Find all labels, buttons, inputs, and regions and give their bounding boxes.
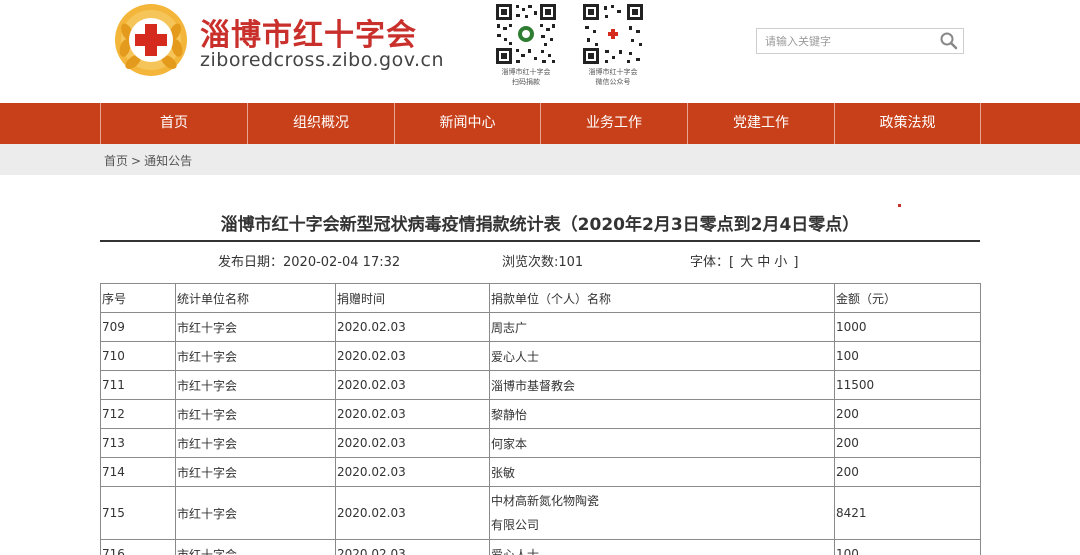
publish-date: 发布日期：2020-02-04 17:32 bbox=[218, 255, 401, 270]
qr-caption-donate: 淄博市红十字会 扫码捐款 bbox=[481, 67, 571, 87]
nav-item-home[interactable]: 首页 bbox=[100, 103, 247, 144]
header-cell-unit: 统计单位名称 bbox=[175, 283, 336, 313]
site-header: 淄博市红十字会 ziboredcross.zibo.gov.cn 淄博市红十字会… bbox=[0, 0, 1080, 103]
view-count: 浏览次数:101 bbox=[502, 255, 584, 270]
cell-no: 712 bbox=[100, 399, 176, 429]
nav-divider bbox=[980, 103, 981, 144]
cell-amount: 8421 bbox=[834, 486, 981, 540]
cell-amount: 100 bbox=[834, 341, 981, 371]
cell-unit: 市红十字会 bbox=[175, 341, 336, 371]
table-row: 714 市红十字会 2020.02.03 张敏 200 bbox=[100, 457, 981, 487]
cell-unit: 市红十字会 bbox=[175, 486, 336, 540]
table-row: 715 市红十字会 2020.02.03 中材高新氮化物陶瓷 有限公司 8421 bbox=[100, 486, 981, 540]
font-size-large-link[interactable]: 大 bbox=[740, 255, 753, 270]
table-header-row: 序号 统计单位名称 捐赠时间 捐款单位（个人）名称 金额（元） bbox=[100, 283, 981, 313]
font-bracket-open: [ bbox=[729, 255, 735, 270]
cell-date: 2020.02.03 bbox=[335, 312, 490, 342]
breadcrumb-current[interactable]: 通知公告 bbox=[144, 154, 192, 168]
main-nav: 首页 组织概况 新闻中心 业务工作 党建工作 政策法规 bbox=[0, 103, 1080, 144]
nav-item-policy[interactable]: 政策法规 bbox=[834, 103, 980, 144]
cell-donor: 中材高新氮化物陶瓷 有限公司 bbox=[489, 486, 835, 540]
cell-donor: 周志广 bbox=[489, 312, 835, 342]
cell-unit: 市红十字会 bbox=[175, 457, 336, 487]
cell-amount: 100 bbox=[834, 539, 981, 555]
cell-unit: 市红十字会 bbox=[175, 428, 336, 458]
cell-date: 2020.02.03 bbox=[335, 370, 490, 400]
cell-amount: 1000 bbox=[834, 312, 981, 342]
cell-donor: 淄博市基督教会 bbox=[489, 370, 835, 400]
cell-no: 716 bbox=[100, 539, 176, 555]
header-cell-donor: 捐款单位（个人）名称 bbox=[489, 283, 835, 313]
cell-donor-line2: 有限公司 bbox=[491, 518, 540, 532]
cell-unit: 市红十字会 bbox=[175, 539, 336, 555]
cell-no: 711 bbox=[100, 370, 176, 400]
cell-date: 2020.02.03 bbox=[335, 486, 490, 540]
qr-code-wechat-icon bbox=[581, 2, 645, 66]
qr-caption-line: 淄博市红十字会 bbox=[588, 68, 638, 76]
cell-no: 710 bbox=[100, 341, 176, 371]
red-cross-logo-icon[interactable] bbox=[113, 2, 189, 78]
cell-no: 714 bbox=[100, 457, 176, 487]
table-row: 712 市红十字会 2020.02.03 黎静怡 200 bbox=[100, 399, 981, 429]
table-row: 711 市红十字会 2020.02.03 淄博市基督教会 11500 bbox=[100, 370, 981, 400]
header-cell-amount: 金额（元） bbox=[834, 283, 981, 313]
table-row: 716 市红十字会 2020.02.03 爱心人士 100 bbox=[100, 539, 981, 555]
decorative-dot bbox=[898, 204, 901, 207]
cell-donor: 张敏 bbox=[489, 457, 835, 487]
cell-donor: 爱心人士 bbox=[489, 341, 835, 371]
cell-amount: 11500 bbox=[834, 370, 981, 400]
cell-unit: 市红十字会 bbox=[175, 312, 336, 342]
qr-code-donate-icon bbox=[494, 2, 558, 66]
cell-donor: 黎静怡 bbox=[489, 399, 835, 429]
font-size-medium-link[interactable]: 中 bbox=[757, 255, 770, 270]
qr-caption-wechat: 淄博市红十字会 微信公众号 bbox=[568, 67, 658, 87]
cell-donor-line1: 中材高新氮化物陶瓷 bbox=[491, 494, 600, 508]
breadcrumb-home[interactable]: 首页 bbox=[104, 154, 128, 168]
font-size-switcher: 字体：[ 大中小 ] bbox=[690, 251, 799, 270]
cell-donor: 爱心人士 bbox=[489, 539, 835, 555]
header-cell-date: 捐赠时间 bbox=[335, 283, 490, 313]
nav-item-party[interactable]: 党建工作 bbox=[687, 103, 834, 144]
cell-unit: 市红十字会 bbox=[175, 399, 336, 429]
cell-unit: 市红十字会 bbox=[175, 370, 336, 400]
cell-amount: 200 bbox=[834, 428, 981, 458]
font-size-label: 字体： bbox=[690, 255, 730, 270]
cell-amount: 200 bbox=[834, 399, 981, 429]
table-row: 710 市红十字会 2020.02.03 爱心人士 100 bbox=[100, 341, 981, 371]
cell-date: 2020.02.03 bbox=[335, 341, 490, 371]
cell-no: 715 bbox=[100, 486, 176, 540]
site-domain: ziboredcross.zibo.gov.cn bbox=[200, 49, 445, 71]
table-row: 713 市红十字会 2020.02.03 何家本 200 bbox=[100, 428, 981, 458]
qr-caption-line: 淄博市红十字会 bbox=[501, 68, 551, 76]
breadcrumb-bar: 首页 > 通知公告 bbox=[0, 144, 1080, 175]
cell-amount: 200 bbox=[834, 457, 981, 487]
font-bracket-close: ] bbox=[793, 255, 799, 270]
cell-date: 2020.02.03 bbox=[335, 428, 490, 458]
search-input[interactable] bbox=[757, 29, 937, 53]
site-name[interactable]: 淄博市红十字会 bbox=[200, 10, 417, 54]
font-size-small-link[interactable]: 小 bbox=[774, 255, 787, 270]
article-title: 淄博市红十字会新型冠状病毒疫情捐款统计表（2020年2月3日零点到2月4日零点） bbox=[220, 215, 860, 235]
cell-donor: 何家本 bbox=[489, 428, 835, 458]
nav-item-business[interactable]: 业务工作 bbox=[540, 103, 687, 144]
qr-caption-line: 扫码捐款 bbox=[512, 78, 540, 86]
search-icon[interactable] bbox=[939, 31, 959, 51]
cell-date: 2020.02.03 bbox=[335, 399, 490, 429]
title-divider bbox=[100, 240, 980, 242]
cell-date: 2020.02.03 bbox=[335, 457, 490, 487]
donation-table: 序号 统计单位名称 捐赠时间 捐款单位（个人）名称 金额（元） 709 市红十字… bbox=[100, 283, 981, 555]
breadcrumb-separator: > bbox=[131, 154, 142, 168]
search-box bbox=[756, 28, 964, 54]
qr-caption-line: 微信公众号 bbox=[595, 78, 631, 86]
header-cell-no: 序号 bbox=[100, 283, 176, 313]
nav-item-organization[interactable]: 组织概况 bbox=[247, 103, 394, 144]
cell-no: 709 bbox=[100, 312, 176, 342]
breadcrumb: 首页 > 通知公告 bbox=[104, 152, 192, 169]
cell-no: 713 bbox=[100, 428, 176, 458]
nav-item-news[interactable]: 新闻中心 bbox=[394, 103, 540, 144]
table-row: 709 市红十字会 2020.02.03 周志广 1000 bbox=[100, 312, 981, 342]
cell-date: 2020.02.03 bbox=[335, 539, 490, 555]
